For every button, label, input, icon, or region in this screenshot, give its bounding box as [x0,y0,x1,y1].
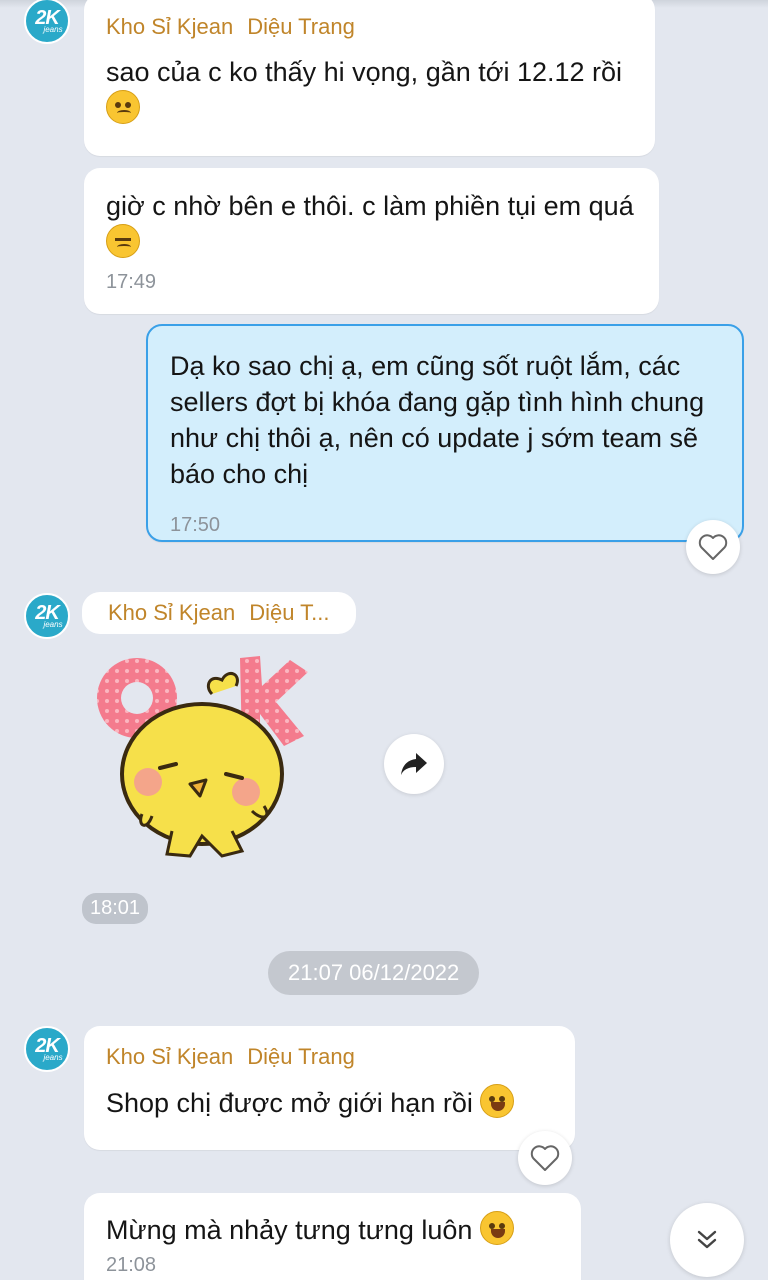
react-heart-button[interactable] [518,1131,572,1185]
message-text: sao của c ko thấy hi vọng, gần tới 12.12… [106,54,633,127]
message-bubble-received[interactable]: Kho Sỉ Kjean Diệu Trang sao của c ko thấ… [84,0,655,156]
message-time: 17:49 [106,271,157,293]
message-time: 21:08 [106,1254,157,1276]
sender-avatar[interactable]: 2K jeans [24,593,70,639]
scroll-to-bottom-button[interactable] [670,1203,744,1277]
sender-avatar[interactable]: 2K jeans [24,0,70,44]
double-chevron-down-icon [697,1230,717,1249]
message-bubble-sent[interactable]: Dạ ko sao chị ạ, em cũng sốt ruột lắm, c… [146,324,744,542]
message-text: Dạ ko sao chị ạ, em cũng sốt ruột lắm, c… [170,351,705,489]
sticker-time: 18:01 [82,893,149,924]
sender-avatar[interactable]: 2K jeans [24,1026,70,1072]
heart-outline-icon [530,1145,560,1171]
message-text: giờ c nhờ bên e thôi. c làm phiền tụi em… [106,188,637,261]
message-bubble-received[interactable]: Mừng mà nhảy tưng tưng luôn 21:08 [84,1193,581,1280]
sender-name: Kho Sỉ Kjean Diệu Trang [106,1044,355,1069]
date-separator: 21:07 06/12/2022 [268,951,480,995]
share-arrow-icon [401,753,427,775]
tears-of-joy-emoji [480,1084,515,1118]
ok-chick-sticker[interactable] [92,646,322,866]
sender-name-pill: Kho Sỉ Kjean Diệu T... [82,592,356,634]
message-bubble-received[interactable]: Kho Sỉ Kjean Diệu Trang Shop chị được mở… [84,1026,575,1150]
message-bubble-received[interactable]: giờ c nhờ bên e thôi. c làm phiền tụi em… [84,168,659,314]
message-text: Mừng mà nhảy tưng tưng luôn [106,1211,559,1248]
react-heart-button[interactable] [686,520,740,574]
tears-of-joy-emoji [479,1211,514,1245]
heart-outline-icon [698,534,728,560]
sender-name: Kho Sỉ Kjean Diệu Trang [106,14,355,39]
share-button[interactable] [384,734,444,794]
worried-face-emoji [106,90,140,124]
message-time: 17:50 [170,514,221,536]
ok-chick-sticker-image [97,656,308,858]
persevering-face-emoji [106,224,140,258]
message-text: Shop chị được mở giới hạn rồi [106,1084,553,1121]
